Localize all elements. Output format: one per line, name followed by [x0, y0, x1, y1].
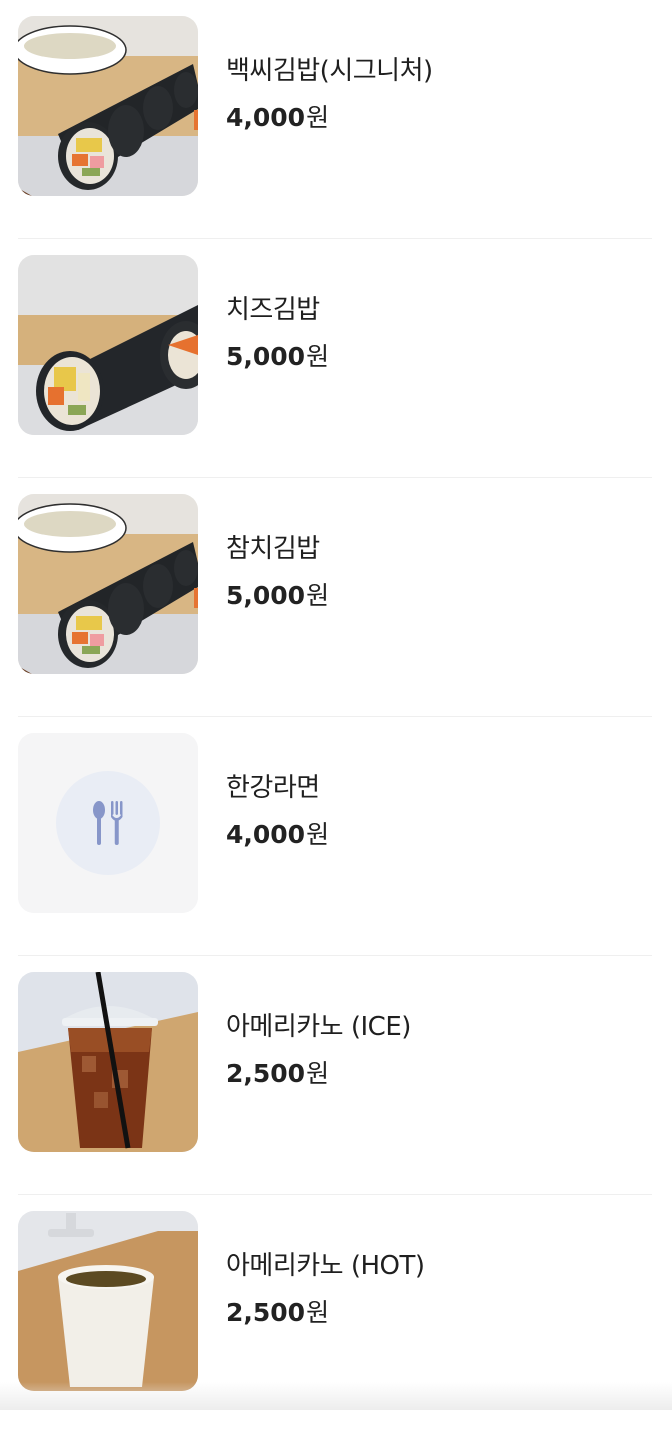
menu-item-price: 2,500원: [226, 1054, 329, 1090]
price-value: 4,000: [226, 820, 306, 849]
price-unit: 원: [306, 1298, 330, 1327]
menu-item[interactable]: 치즈김밥 5,000원: [0, 239, 672, 478]
menu-item-info: 아메리카노 (HOT) 2,500원: [226, 1195, 652, 1407]
price-unit: 원: [306, 342, 330, 371]
kimbap-with-soup-photo: [18, 16, 198, 196]
iced-coffee-photo: [18, 972, 198, 1152]
bottom-fade: [0, 1382, 672, 1410]
menu-item-name: 백씨김밥(시그니처): [226, 56, 433, 86]
price-value: 2,500: [226, 1059, 306, 1088]
image-placeholder: [18, 733, 198, 913]
menu-item-info: 치즈김밥 5,000원: [226, 239, 652, 451]
menu-item-info: 아메리카노 (ICE) 2,500원: [226, 956, 652, 1168]
menu-item-price: 2,500원: [226, 1293, 329, 1329]
kimbap-with-soup-photo: [18, 494, 198, 674]
hot-coffee-cup-photo: [18, 1211, 198, 1391]
menu-item-price: 4,000원: [226, 98, 329, 134]
price-value: 5,000: [226, 342, 306, 371]
menu-item-name: 치즈김밥: [226, 295, 320, 325]
menu-item-info: 한강라면 4,000원: [226, 717, 652, 929]
price-unit: 원: [306, 581, 330, 610]
price-unit: 원: [306, 1059, 330, 1088]
menu-item-price: 5,000원: [226, 576, 329, 612]
price-value: 5,000: [226, 581, 306, 610]
price-unit: 원: [306, 103, 330, 132]
menu-item-name: 한강라면: [226, 773, 320, 803]
menu-item-info: 참치김밥 5,000원: [226, 478, 652, 690]
menu-item-info: 백씨김밥(시그니처) 4,000원: [226, 0, 652, 212]
menu-item[interactable]: 참치김밥 5,000원: [0, 478, 672, 717]
menu-item[interactable]: 아메리카노 (ICE) 2,500원: [0, 956, 672, 1195]
menu-item-price: 5,000원: [226, 337, 329, 373]
price-value: 2,500: [226, 1298, 306, 1327]
menu-item[interactable]: 백씨김밥(시그니처) 4,000원: [0, 0, 672, 239]
menu-item-name: 아메리카노 (HOT): [226, 1251, 425, 1281]
menu-item-name: 아메리카노 (ICE): [226, 1012, 411, 1042]
menu-item-price: 4,000원: [226, 815, 329, 851]
menu-item-name: 참치김밥: [226, 534, 320, 564]
price-unit: 원: [306, 820, 330, 849]
menu-item[interactable]: 한강라면 4,000원: [0, 717, 672, 956]
kimbap-roll-photo: [18, 255, 198, 435]
price-value: 4,000: [226, 103, 306, 132]
menu-list: 백씨김밥(시그니처) 4,000원 치즈김밥 5,000원 참치김밥 5,000…: [0, 0, 672, 1434]
